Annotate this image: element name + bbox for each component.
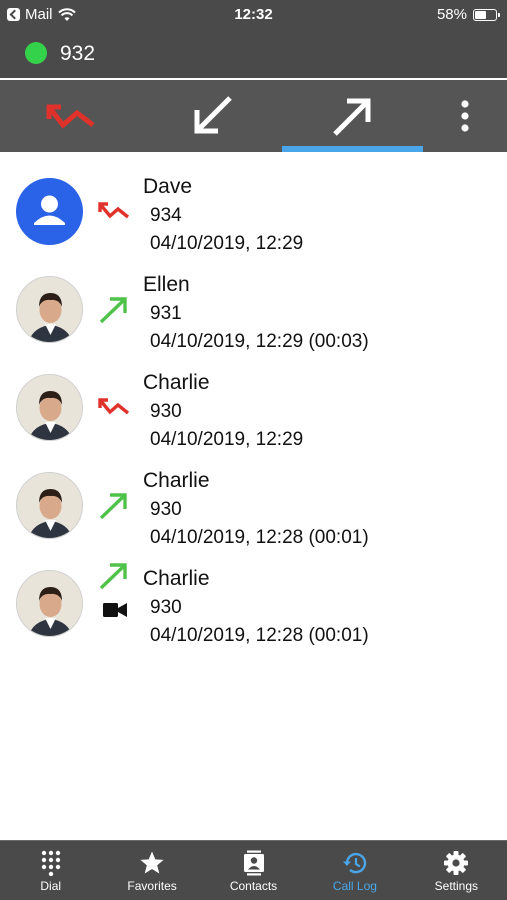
presence-indicator [25,42,47,64]
tab-missed[interactable] [0,80,141,152]
nav-dial-label: Dial [40,879,62,893]
call-log-row[interactable]: Dave 934 04/10/2019, 12:29 [0,152,507,254]
contact-name: Charlie [143,567,210,590]
contact-number: 930 [150,401,182,422]
contact-avatar [16,570,83,637]
missed-call-icon [46,104,94,129]
contact-avatar [16,472,83,539]
dialpad-icon [41,850,60,876]
nav-call-log-label: Call Log [332,879,377,893]
nav-dial[interactable]: Dial [0,841,101,900]
star-icon [140,851,164,874]
call-log-row[interactable]: Charlie 930 04/10/2019, 12:28 (00:01) [0,544,507,646]
contact-name: Dave [143,175,193,198]
overflow-menu-button[interactable] [440,80,490,152]
nav-favorites-label: Favorites [127,879,177,893]
outgoing-call-icon [332,98,370,136]
tab-incoming[interactable] [141,80,282,152]
contact-avatar [16,178,83,245]
call-log-row[interactable]: Charlie 930 04/10/2019, 12:28 (00:01) [0,446,507,548]
contact-number: 930 [150,597,182,618]
tab-outgoing[interactable] [282,80,423,152]
contact-number: 931 [150,303,182,324]
account-bar[interactable]: 932 [0,30,507,78]
contact-number: 934 [150,205,182,226]
nav-contacts[interactable]: Contacts [203,841,304,900]
more-vertical-icon [461,100,469,132]
call-log-row[interactable]: Charlie 930 04/10/2019, 12:29 [0,348,507,450]
nav-settings[interactable]: Settings [406,841,507,900]
incoming-call-icon [194,96,232,134]
nav-favorites[interactable]: Favorites [101,841,202,900]
contacts-icon [243,850,264,876]
outgoing-call-icon [96,562,132,590]
missed-call-icon [96,394,132,422]
account-number: 932 [60,42,96,65]
contact-avatar [16,374,83,441]
outgoing-call-icon [96,492,132,520]
status-bar: Mail 12:32 58% [0,0,507,30]
outgoing-call-icon [96,296,132,324]
battery-level [475,10,487,19]
history-icon [342,852,367,874]
nav-contacts-label: Contacts [229,879,278,893]
missed-call-icon [96,198,132,226]
nav-settings-label: Settings [434,879,478,893]
contact-number: 930 [150,499,182,520]
contact-avatar [16,276,83,343]
call-log-list: Dave 934 04/10/2019, 12:29 Ellen 931 04/10/20… [0,152,507,646]
call-log-row[interactable]: Ellen 931 04/10/2019, 12:29 (00:03) [0,250,507,352]
contact-name: Charlie [143,469,210,492]
contact-name: Charlie [143,371,210,394]
battery-percent: 58% [436,6,467,23]
battery-icon [473,8,500,21]
bottom-navigation: Dial Favorites Contacts Call Log Setting… [0,840,507,900]
call-datetime: 04/10/2019, 12:28 (00:01) [150,625,369,646]
video-call-icon [103,602,127,618]
nav-call-log[interactable]: Call Log [304,841,405,900]
contact-name: Ellen [143,273,190,296]
gear-icon [444,851,469,875]
clock: 12:32 [234,6,273,23]
call-filter-tabs [0,80,507,152]
